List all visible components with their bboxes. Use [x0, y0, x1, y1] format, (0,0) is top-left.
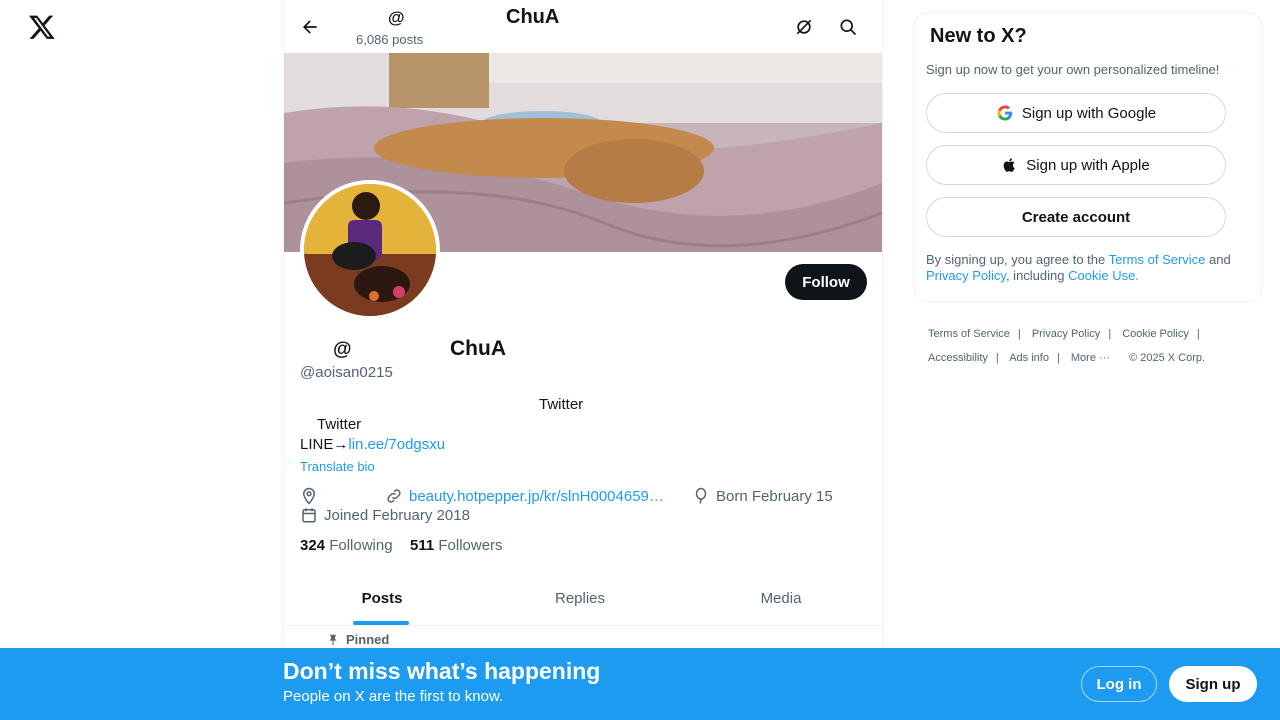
following-label: Following: [329, 537, 393, 554]
header-handle: @: [388, 8, 405, 27]
terms-of-service-link[interactable]: Terms of Service: [1109, 252, 1206, 267]
back-button[interactable]: [294, 11, 326, 43]
terms-including: , including: [1005, 268, 1069, 283]
display-name-at: @: [333, 339, 352, 360]
terms-and: and: [1205, 252, 1231, 267]
pin-icon: [329, 634, 337, 645]
tab-posts[interactable]: Posts: [284, 572, 480, 625]
joined-text: Joined February 2018: [324, 506, 470, 524]
bio-line-3: LINE→lin.ee/7odgsxu: [300, 436, 445, 453]
banner-subtitle: People on X are the first to know.: [283, 688, 504, 705]
back-arrow-icon: [303, 20, 317, 34]
login-button[interactable]: Log in: [1081, 666, 1157, 702]
google-signup-button[interactable]: Sign up with Google: [926, 93, 1226, 133]
footer-more-link[interactable]: More ···: [1071, 352, 1110, 364]
profile-avatar[interactable]: [300, 180, 440, 320]
active-tab-indicator: [353, 621, 409, 625]
pinned-indicator: Pinned: [326, 632, 389, 647]
followers-label: Followers: [438, 537, 503, 554]
signup-title: New to X?: [930, 25, 1027, 47]
profile-location: [300, 487, 324, 505]
profile-birthday: Born February 15: [692, 487, 833, 505]
display-name: ChuA: [450, 337, 506, 360]
apple-signup-label: Sign up with Apple: [1026, 156, 1150, 174]
grok-button[interactable]: [788, 11, 820, 43]
search-button[interactable]: [832, 11, 864, 43]
signup-banner: Don’t miss what’s happening People on X …: [0, 648, 1280, 720]
footer-links: Terms of Service | Privacy Policy | Cookie…: [928, 328, 1206, 364]
followers-link[interactable]: 511 Followers: [410, 537, 503, 554]
bio-line-1: Twitter: [539, 396, 584, 413]
pinned-label: Pinned: [346, 632, 390, 647]
bio-line-link[interactable]: lin.ee/7odgsxu: [348, 436, 445, 453]
profile-website[interactable]: beauty.hotpepper.jp/kr/slnH0004659…: [385, 487, 664, 505]
birthday-text: Born February 15: [716, 487, 833, 505]
x-logo-icon[interactable]: [28, 13, 56, 41]
terms-prefix: By signing up, you agree to the: [926, 252, 1109, 267]
following-link[interactable]: 324 Following: [300, 537, 393, 554]
google-icon: [997, 105, 1013, 121]
profile-joined: Joined February 2018: [300, 506, 470, 524]
website-link[interactable]: beauty.hotpepper.jp/kr/slnH0004659…: [409, 488, 664, 505]
profile-header-bar: @ 6,086 posts ChuA: [284, 0, 882, 53]
grok-icon: [796, 19, 812, 35]
followers-count: 511: [410, 537, 435, 554]
profile-tabs: Posts Replies Media: [284, 572, 882, 626]
signup-terms: By signing up, you agree to the Terms of…: [926, 252, 1246, 284]
banner-title: Don’t miss what’s happening: [283, 658, 601, 684]
bio-line-prefix: LINE→: [300, 436, 349, 453]
footer-accessibility-link[interactable]: Accessibility: [928, 352, 988, 364]
footer-copyright: © 2025 X Corp.: [1129, 352, 1206, 364]
profile-handle: @aoisan0215: [300, 364, 393, 381]
follow-button[interactable]: Follow: [785, 264, 867, 300]
balloon-icon: [695, 487, 707, 504]
header-post-count: 6,086 posts: [356, 32, 424, 47]
footer-privacy-link[interactable]: Privacy Policy: [1032, 328, 1100, 340]
header-name: ChuA: [506, 6, 560, 28]
bio-line-2: Twitter: [317, 416, 362, 433]
link-icon: [387, 489, 401, 503]
search-icon: [840, 19, 857, 36]
google-signup-label: Sign up with Google: [1021, 104, 1157, 122]
translate-bio-link[interactable]: Translate bio: [300, 459, 375, 474]
apple-icon: [1003, 158, 1015, 172]
calendar-icon: [302, 508, 316, 523]
tab-media[interactable]: Media: [680, 572, 882, 625]
create-account-button[interactable]: Create account: [926, 197, 1226, 237]
profile-column: @ 6,086 posts ChuA Follow @ ChuA @aoisan…: [283, 0, 883, 720]
footer-ads-link[interactable]: Ads info: [1009, 352, 1049, 364]
footer-cookie-link[interactable]: Cookie Policy: [1122, 328, 1189, 340]
location-icon: [302, 487, 316, 505]
apple-signup-button[interactable]: Sign up with Apple: [926, 145, 1226, 185]
signup-button[interactable]: Sign up: [1169, 666, 1257, 702]
following-count: 324: [300, 537, 326, 554]
footer-terms-link[interactable]: Terms of Service: [928, 328, 1010, 340]
privacy-policy-link[interactable]: Privacy Policy: [926, 268, 1006, 283]
signup-subtitle: Sign up now to get your own personalized…: [926, 62, 1220, 77]
tab-replies[interactable]: Replies: [480, 572, 680, 625]
signup-card: New to X? Sign up now to get your own pe…: [913, 12, 1263, 302]
cookie-use-link[interactable]: Cookie Use.: [1068, 268, 1139, 283]
